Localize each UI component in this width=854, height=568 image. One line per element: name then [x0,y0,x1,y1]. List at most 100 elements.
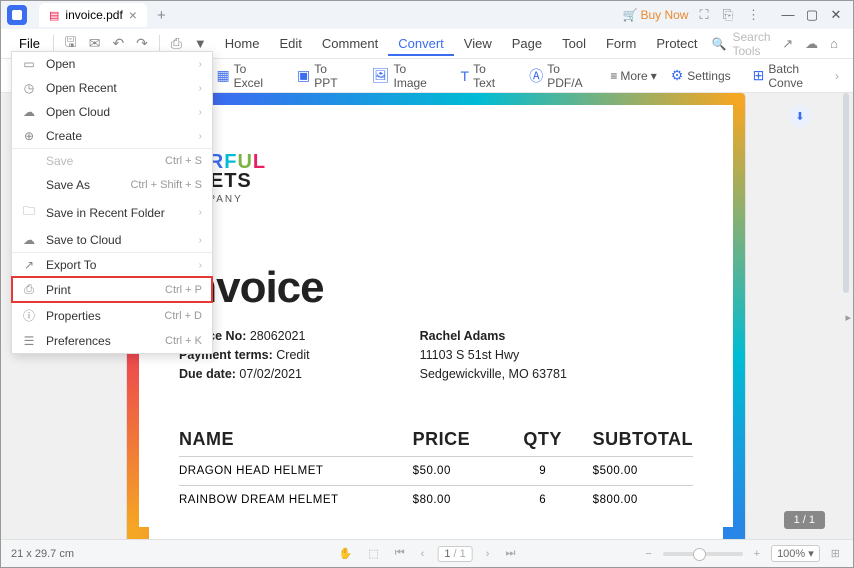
zoom-in-icon[interactable]: + [751,548,763,560]
select-tool-icon[interactable]: ⬚ [365,547,381,560]
submenu-arrow-icon: › [199,83,202,94]
gear-icon: ⚙ [671,67,684,84]
fit-page-icon[interactable]: ⊞ [828,547,843,560]
menu-item-label: Save to Cloud [46,233,121,247]
menu-item-shortcut: Ctrl + S [165,155,202,167]
file-menu-save-in-recent-folder[interactable]: 🗀Save in Recent Folder› [12,197,212,228]
menu-view[interactable]: View [454,33,502,54]
menu-item-label: Save [46,154,73,168]
kebab-menu-icon[interactable]: ⋮ [744,7,763,23]
submenu-arrow-icon: › [199,107,202,118]
invoice-title: invoice [179,263,693,313]
file-menu-create[interactable]: ⊕Create› [12,124,212,148]
to-pdfa-button[interactable]: ⒶTo PDF/A [523,59,602,93]
minimize-button[interactable]: — [777,7,799,23]
to-text-button[interactable]: TTo Text [455,59,516,93]
to-ppt-label: To PPT [314,62,352,90]
gift-icon[interactable]: ⛶ [696,7,711,23]
hand-tool-icon[interactable]: ✋ [336,547,356,560]
search-placeholder[interactable]: Search Tools [732,30,773,58]
settings-button[interactable]: ⚙Settings [665,64,737,87]
share-icon[interactable]: ⎘ [720,7,736,23]
menu-home[interactable]: Home [215,33,270,54]
file-menu-save-as[interactable]: Save AsCtrl + Shift + S [12,173,212,197]
col-qty: QTY [513,429,573,457]
menu-form[interactable]: Form [596,33,646,54]
ppt-icon: ▣ [297,67,310,84]
submenu-arrow-icon: › [199,260,202,271]
zoom-value[interactable]: 100% ▾ [771,545,820,562]
close-tab-icon[interactable]: × [129,7,137,23]
to-ppt-button[interactable]: ▣To PPT [291,59,358,93]
bookmark-icon[interactable]: ⬇ [789,105,811,127]
menu-item-icon: ⓘ [22,307,36,324]
prev-page-icon[interactable]: ‹ [418,548,428,560]
file-menu-open[interactable]: ▭ Open › [12,52,212,76]
cart-icon: 🛒 [623,8,638,22]
pdf-file-icon: ▤ [49,9,59,22]
add-tab-icon[interactable]: + [157,7,166,24]
image-icon: 🖼 [372,67,390,84]
file-menu-preferences[interactable]: ☰PreferencesCtrl + K [12,329,212,353]
first-page-icon[interactable]: ⏮ [392,547,408,560]
document-page: LORFUL LMETS COMPANY invoice Invoice No:… [127,93,745,539]
col-name: NAME [179,429,413,457]
menu-item-icon: 🗀 [22,202,36,223]
to-text-label: To Text [473,62,509,90]
menu-item-icon: ▭ [22,57,36,71]
menu-item-label: Properties [46,309,101,323]
chevron-down-icon: ▾ [651,69,657,83]
panel-expand-icon[interactable]: ▸ [845,311,851,324]
maximize-button[interactable]: ▢ [801,7,823,23]
buy-now-link[interactable]: 🛒Buy Now [623,8,689,22]
batch-icon: ⊞ [753,67,765,84]
next-page-icon[interactable]: › [483,548,493,560]
menu-item-shortcut: Ctrl + D [164,310,202,322]
to-image-button[interactable]: 🖼To Image [366,59,447,93]
more-icon: ≡ [610,69,617,83]
external-link-icon[interactable]: ↗ [779,36,796,52]
buy-now-label: Buy Now [640,8,688,22]
menu-item-label: Open Recent [46,81,117,95]
table-row: DRAGON HEAD HELMET$50.009$500.00 [179,457,693,486]
menu-item-icon: ⊕ [22,129,36,143]
menu-comment[interactable]: Comment [312,33,388,54]
statusbar: 21 x 29.7 cm ✋ ⬚ ⏮ ‹ 1 / 1 › ⏭ − + 100% … [1,539,853,567]
menu-tool[interactable]: Tool [552,33,596,54]
menu-convert[interactable]: Convert [388,33,454,56]
menu-edit[interactable]: Edit [269,33,311,54]
search-icon: 🔍 [712,37,727,51]
table-row: RAINBOW DREAM HELMET$80.006$800.00 [179,486,693,515]
cloud-icon[interactable]: ☁ [802,36,821,52]
page-number-input[interactable]: 1 / 1 [437,546,472,562]
to-image-label: To Image [394,62,441,90]
last-page-icon[interactable]: ⏭ [502,547,518,560]
menu-item-label: Open [46,57,75,71]
menu-item-label: Save in Recent Folder [46,206,165,220]
batch-convert-button[interactable]: ⊞Batch Conve› [747,59,845,93]
zoom-slider[interactable] [663,552,743,556]
more-button[interactable]: ≡More ▾ [610,69,656,83]
menu-page[interactable]: Page [502,33,552,54]
file-menu-open-recent[interactable]: ◷Open Recent› [12,76,212,100]
to-excel-button[interactable]: ▦To Excel [210,59,283,93]
pdfa-icon: Ⓐ [529,66,543,86]
batch-label: Batch Conve [768,62,831,90]
menu-protect[interactable]: Protect [646,33,707,54]
zoom-out-icon[interactable]: − [642,548,654,560]
file-menu-open-cloud[interactable]: ☁Open Cloud› [12,100,212,124]
menu-item-label: Save As [46,178,90,192]
home-icon[interactable]: ⌂ [827,36,841,51]
file-menu-save-to-cloud[interactable]: ☁Save to Cloud› [12,228,212,252]
more-label: More [620,69,647,83]
close-window-button[interactable]: ✕ [825,7,847,23]
file-menu-properties[interactable]: ⓘ Properties Ctrl + D [12,302,212,329]
separator [159,35,160,53]
brand-logo [179,133,693,151]
file-menu-export-to[interactable]: ↗Export To› [12,252,212,277]
invoice-table: NAMEPRICEQTYSUBTOTAL DRAGON HEAD HELMET$… [179,429,693,514]
file-menu-print[interactable]: ⎙PrintCtrl + P [12,277,212,302]
tab-invoice[interactable]: ▤ invoice.pdf × [39,3,147,27]
submenu-arrow-icon: › [199,59,202,70]
vertical-scrollbar[interactable] [843,93,849,293]
